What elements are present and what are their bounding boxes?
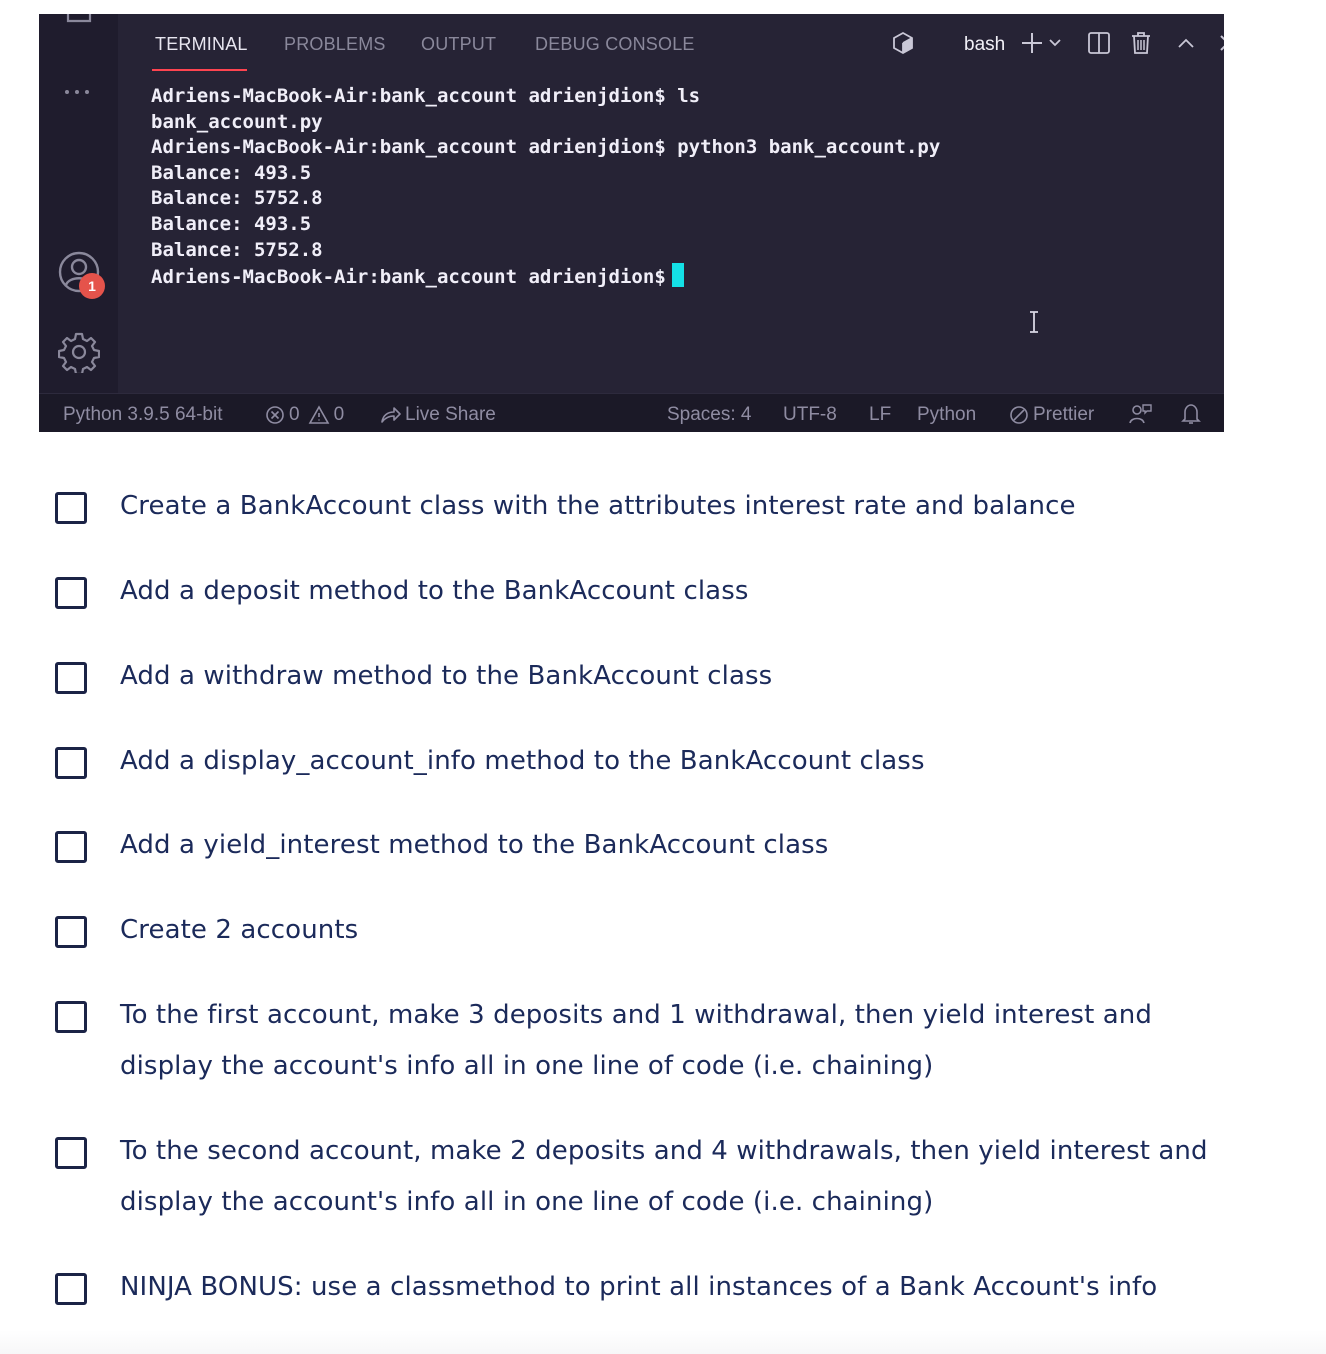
terminal-line: Balance: 493.5 bbox=[151, 161, 312, 184]
vscode-panel-screenshot: 1 TERMINAL PROBLEMS OUTPUT DEBUG CONSOLE… bbox=[39, 14, 1224, 432]
eol-status[interactable]: LF bbox=[869, 404, 891, 426]
task-text: To the first account, make 3 deposits an… bbox=[120, 1000, 1152, 1081]
task-text: NINJA BONUS: use a classmethod to print … bbox=[120, 1272, 1158, 1302]
activity-bar: 1 bbox=[39, 14, 118, 393]
python-interpreter-status[interactable]: Python 3.9.5 64-bit bbox=[63, 404, 223, 426]
indentation-status[interactable]: Spaces: 4 bbox=[667, 404, 752, 426]
close-icon[interactable] bbox=[1215, 30, 1224, 56]
task-text: Add a withdraw method to the BankAccount… bbox=[120, 661, 773, 691]
terminal-line: bank_account.py bbox=[151, 110, 323, 133]
terminal-line: Balance: 5752.8 bbox=[151, 238, 323, 261]
task-checkbox[interactable] bbox=[55, 662, 87, 694]
text-cursor-ibeam-icon bbox=[1027, 310, 1041, 339]
live-share-label: Live Share bbox=[405, 404, 496, 425]
prettier-label: Prettier bbox=[1033, 404, 1095, 425]
tab-problems[interactable]: PROBLEMS bbox=[284, 34, 386, 55]
problems-status[interactable]: 0 0 bbox=[265, 404, 344, 426]
explorer-partial-icon[interactable] bbox=[63, 14, 95, 30]
live-share-status[interactable]: Live Share bbox=[379, 404, 496, 426]
terminal-line: Adriens-MacBook-Air:bank_account adrienj… bbox=[151, 136, 941, 159]
task-checkbox[interactable] bbox=[55, 747, 87, 779]
error-circle-icon bbox=[265, 405, 285, 425]
chevron-down-icon[interactable] bbox=[1047, 30, 1063, 56]
task-text: Add a display_account_info method to the… bbox=[120, 746, 925, 776]
terminal-line: Balance: 5752.8 bbox=[151, 187, 323, 210]
prettier-status[interactable]: Prettier bbox=[1009, 404, 1094, 426]
task-text: Create 2 accounts bbox=[120, 915, 359, 945]
accounts-notification-badge: 1 bbox=[79, 273, 105, 299]
task-checkbox[interactable] bbox=[55, 916, 87, 948]
terminal-shell-icon bbox=[890, 30, 916, 56]
page-bottom-edge bbox=[0, 1330, 1326, 1354]
settings-gear-icon[interactable] bbox=[57, 330, 101, 374]
terminal-prompt-line[interactable]: Adriens-MacBook-Air:bank_account adrienj… bbox=[151, 263, 1204, 291]
terminal-line: Adriens-MacBook-Air:bank_account adrienj… bbox=[151, 85, 701, 107]
warning-count: 0 bbox=[333, 404, 345, 425]
task-text: To the second account, make 2 deposits a… bbox=[120, 1136, 1208, 1217]
prettier-disabled-icon bbox=[1009, 405, 1029, 425]
task-checkbox[interactable] bbox=[55, 1137, 87, 1169]
feedback-icon[interactable] bbox=[1129, 403, 1153, 425]
terminal-line: Balance: 493.5 bbox=[151, 212, 312, 235]
more-ellipsis-icon[interactable] bbox=[61, 84, 97, 100]
task-checkbox[interactable] bbox=[55, 831, 87, 863]
trash-icon[interactable] bbox=[1128, 30, 1154, 56]
tab-output[interactable]: OUTPUT bbox=[421, 34, 496, 55]
task-text: Create a BankAccount class with the attr… bbox=[120, 491, 1076, 521]
task-checkbox[interactable] bbox=[55, 492, 87, 524]
tab-debug-console[interactable]: DEBUG CONSOLE bbox=[535, 34, 695, 55]
new-terminal-plus-icon[interactable] bbox=[1019, 30, 1045, 56]
language-mode-status[interactable]: Python bbox=[917, 404, 976, 426]
task-text: Add a deposit method to the BankAccount … bbox=[120, 576, 749, 606]
encoding-status[interactable]: UTF-8 bbox=[783, 404, 837, 426]
terminal-cursor bbox=[671, 263, 684, 288]
split-terminal-icon[interactable] bbox=[1086, 30, 1112, 56]
task-checkbox[interactable] bbox=[55, 1273, 87, 1305]
task-checkbox[interactable] bbox=[55, 1001, 87, 1033]
panel-header: TERMINAL PROBLEMS OUTPUT DEBUG CONSOLE b… bbox=[118, 14, 1224, 74]
active-tab-underline bbox=[152, 69, 247, 71]
tab-terminal[interactable]: TERMINAL bbox=[155, 34, 248, 55]
notifications-bell-icon[interactable] bbox=[1181, 403, 1201, 425]
status-bar: Python 3.9.5 64-bit 0 0 Live Share Space… bbox=[39, 393, 1224, 432]
error-count: 0 bbox=[289, 404, 300, 425]
live-share-icon bbox=[379, 405, 401, 425]
maximize-chevron-up-icon[interactable] bbox=[1173, 30, 1199, 56]
warning-triangle-icon bbox=[308, 405, 330, 425]
terminal-prompt: Adriens-MacBook-Air:bank_account adrienj… bbox=[151, 266, 666, 289]
shell-selector-label[interactable]: bash bbox=[964, 34, 1005, 56]
task-checkbox[interactable] bbox=[55, 577, 87, 609]
task-text: Add a yield_interest method to the BankA… bbox=[120, 830, 829, 860]
terminal-output[interactable]: Adriens-MacBook-Air:bank_account adrienj… bbox=[151, 84, 1204, 291]
